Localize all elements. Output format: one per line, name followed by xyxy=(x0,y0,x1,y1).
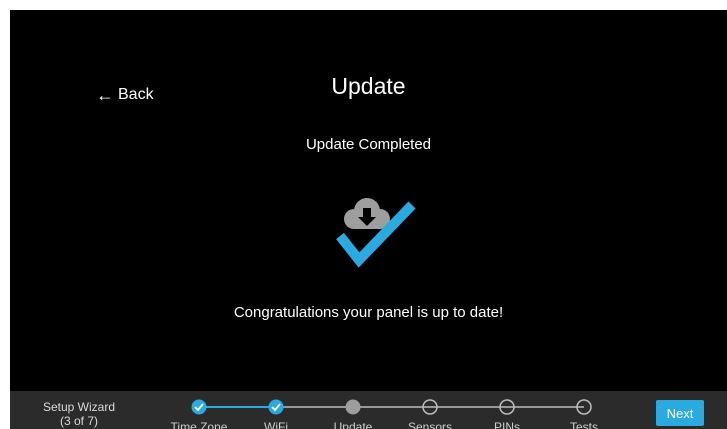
wizard-footer: Setup Wizard (3 of 7) Time Zone WiFi Upd… xyxy=(10,391,727,429)
step-3-current-icon xyxy=(345,399,361,415)
step-label-time-zone: Time Zone xyxy=(170,420,228,429)
step-label-wifi: WiFi xyxy=(264,420,288,429)
page-title: Update xyxy=(331,73,406,99)
app-screen: ← Back Update Update Completed Congratul… xyxy=(10,10,727,429)
step-2-complete-icon xyxy=(268,399,284,415)
cloud-download-check-icon xyxy=(336,198,416,268)
step-1-complete-icon xyxy=(191,399,207,415)
step-label-sensors: Sensors xyxy=(407,420,453,429)
step-label-tests: Tests xyxy=(569,420,598,429)
step-label-pins: PINs xyxy=(493,420,520,429)
step-label-update: Update xyxy=(333,420,373,429)
next-button[interactable]: Next xyxy=(656,400,704,426)
update-status-text: Update Completed xyxy=(305,136,432,153)
update-message: Congratulations your panel is up to date… xyxy=(233,304,504,321)
